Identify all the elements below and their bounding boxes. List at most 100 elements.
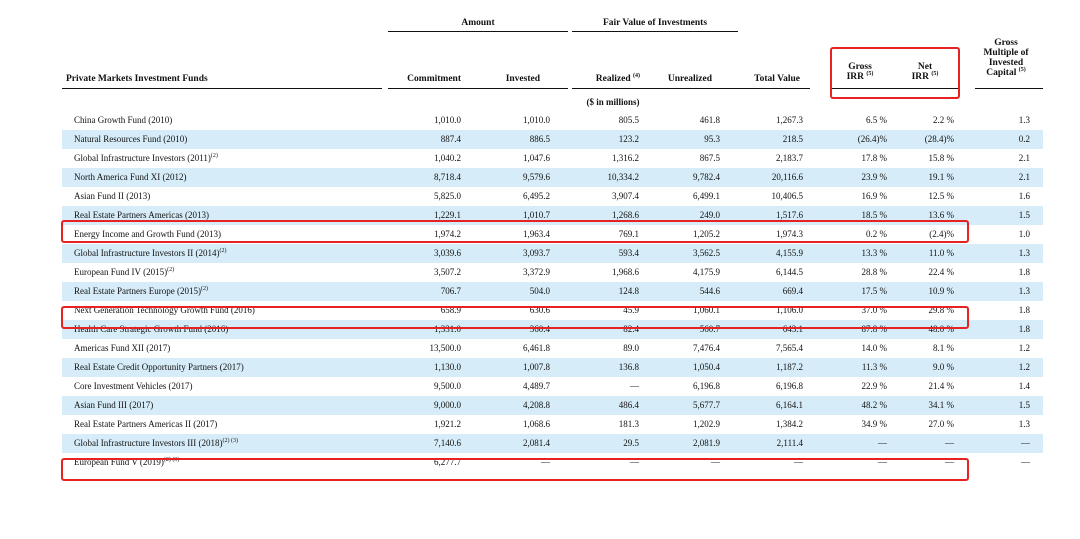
cell-commitment: 7,140.6 (434, 438, 461, 448)
cell-total-value: 643.1 (782, 324, 803, 334)
cell-fund-name: Next Generation Technology Growth Fund (… (74, 305, 255, 315)
cell-realized: 45.9 (623, 305, 639, 315)
cell-realized: 1,968.6 (612, 267, 639, 277)
cell-commitment: 6,277.7 (434, 457, 461, 467)
cell-total-value: 6,196.8 (776, 381, 803, 391)
cell-invested: 886.5 (529, 134, 550, 144)
header-total-value: Total Value (754, 74, 800, 84)
cell-fund-name: Global Infrastructure Investors II (2014… (74, 248, 227, 258)
cell-gross-irr: 22.9 % (861, 381, 888, 391)
table-row: North America Fund XI (2012) 8,718.4 9,579… (62, 168, 1043, 187)
cell-gross-irr: 37.0 % (861, 305, 888, 315)
header-net-irr: Net IRR (5) (911, 62, 939, 82)
table-row: Asian Fund II (2013) 5,825.0 6,495.2 3,907.… (62, 187, 1043, 206)
footnote-ref: (2) (210, 153, 218, 159)
cell-gross-moic: 1.8 (1018, 324, 1030, 334)
cell-fund-name: Real Estate Partners Americas II (2017) (74, 419, 218, 429)
cell-total-value: 1,974.3 (776, 229, 803, 239)
cell-total-value: 1,384.2 (776, 419, 803, 429)
cell-commitment: 1,130.0 (434, 362, 461, 372)
header-invested: Invested (505, 74, 540, 84)
cell-invested: 3,372.9 (523, 267, 550, 277)
table-row: China Growth Fund (2010) 1,010.0 1,010.0 80… (62, 111, 1043, 130)
cell-commitment: 1,040.2 (434, 153, 461, 163)
cell-invested: 4,208.8 (523, 400, 550, 410)
cell-commitment: 887.4 (440, 134, 461, 144)
header-rule-fair-value (572, 88, 810, 89)
cell-net-irr: 22.4 % (928, 267, 955, 277)
cell-commitment: 1,974.2 (434, 229, 461, 239)
cell-realized: — (630, 457, 639, 467)
cell-commitment: 9,500.0 (434, 381, 461, 391)
cell-unrealized: 461.8 (699, 115, 720, 125)
table-row: Core Investment Vehicles (2017) 9,500.0 4,… (62, 377, 1043, 396)
table-row: Americas Fund XII (2017) 13,500.0 6,461.8 8… (62, 339, 1043, 358)
cell-invested: 1,007.8 (523, 362, 550, 372)
cell-net-irr: 34.1 % (928, 400, 955, 410)
cell-realized: 89.0 (623, 343, 639, 353)
cell-net-irr: (2.4)% (929, 229, 954, 239)
cell-fund-name: European Fund V (2019)(2) (3) (74, 457, 180, 467)
cell-total-value: 669.4 (782, 286, 803, 296)
cell-gross-moic: 1.2 (1018, 343, 1030, 353)
cell-commitment: 1,010.0 (434, 115, 461, 125)
cell-total-value: 2,111.4 (776, 438, 803, 448)
cell-gross-moic: 1.4 (1018, 381, 1030, 391)
cell-net-irr: (28.4)% (924, 134, 954, 144)
cell-commitment: 706.7 (440, 286, 461, 296)
header-gross-moic: Gross Multiple of Invested Capital (5) (983, 38, 1029, 78)
cell-commitment: 658.9 (440, 305, 461, 315)
cell-unrealized: 1,202.9 (693, 419, 720, 429)
cell-net-irr: — (945, 457, 954, 467)
cell-realized: 769.1 (618, 229, 639, 239)
table-row: Health Care Strategic Growth Fund (2016)… (62, 320, 1043, 339)
cell-total-value: 2,183.7 (776, 153, 803, 163)
group-rule-fair-value (572, 31, 738, 32)
cell-gross-moic: 1.8 (1018, 267, 1030, 277)
cell-gross-irr: 18.5 % (861, 210, 888, 220)
cell-fund-name: Asian Fund II (2013) (74, 191, 151, 201)
cell-unrealized: — (711, 457, 720, 467)
cell-total-value: 1,267.3 (776, 115, 803, 125)
cell-gross-moic: 1.5 (1018, 210, 1030, 220)
cell-realized: 10,334.2 (607, 172, 640, 182)
cell-unrealized: 6,196.8 (693, 381, 720, 391)
header-rule-irr (832, 88, 958, 89)
cell-unrealized: 6,499.1 (693, 191, 720, 201)
cell-gross-irr: 13.3 % (861, 248, 888, 258)
cell-invested: 1,068.6 (523, 419, 550, 429)
cell-gross-moic: 2.1 (1018, 172, 1030, 182)
cell-total-value: 6,144.5 (776, 267, 803, 277)
cell-commitment: 8,718.4 (434, 172, 461, 182)
cell-commitment: 3,507.2 (434, 267, 461, 277)
cell-commitment: 1,229.1 (434, 210, 461, 220)
cell-invested: 504.0 (529, 286, 550, 296)
cell-fund-name: Health Care Strategic Growth Fund (2016) (74, 324, 229, 334)
cell-realized: 593.4 (618, 248, 639, 258)
cell-realized: 29.5 (623, 438, 639, 448)
header-realized: Realized (4) (595, 72, 640, 84)
cell-commitment: 5,825.0 (434, 191, 461, 201)
cell-invested: 6,495.2 (523, 191, 550, 201)
table-row: Global Infrastructure Investors II (2014… (62, 244, 1043, 263)
cell-unrealized: 1,060.1 (693, 305, 720, 315)
cell-total-value: — (794, 457, 803, 467)
cell-invested: 1,047.6 (523, 153, 550, 163)
cell-fund-name: Global Infrastructure Investors III (201… (74, 438, 238, 448)
cell-invested: 3,093.7 (523, 248, 550, 258)
cell-gross-irr: 16.9 % (861, 191, 888, 201)
cell-fund-name: Asian Fund III (2017) (74, 400, 154, 410)
cell-commitment: 13,500.0 (429, 343, 462, 353)
cell-unrealized: 560.7 (699, 324, 720, 334)
cell-realized: 136.8 (618, 362, 639, 372)
cell-unrealized: 867.5 (699, 153, 720, 163)
cell-realized: 124.8 (618, 286, 639, 296)
cell-fund-name: Americas Fund XII (2017) (74, 343, 171, 353)
cell-gross-moic: — (1021, 438, 1030, 448)
cell-gross-irr: 11.3 % (861, 362, 887, 372)
cell-invested: 1,010.0 (523, 115, 550, 125)
cell-net-irr: 10.9 % (928, 286, 955, 296)
cell-unrealized: 2,081.9 (693, 438, 720, 448)
cell-invested: 1,010.7 (523, 210, 550, 220)
header-fund: Private Markets Investment Funds (66, 74, 208, 84)
